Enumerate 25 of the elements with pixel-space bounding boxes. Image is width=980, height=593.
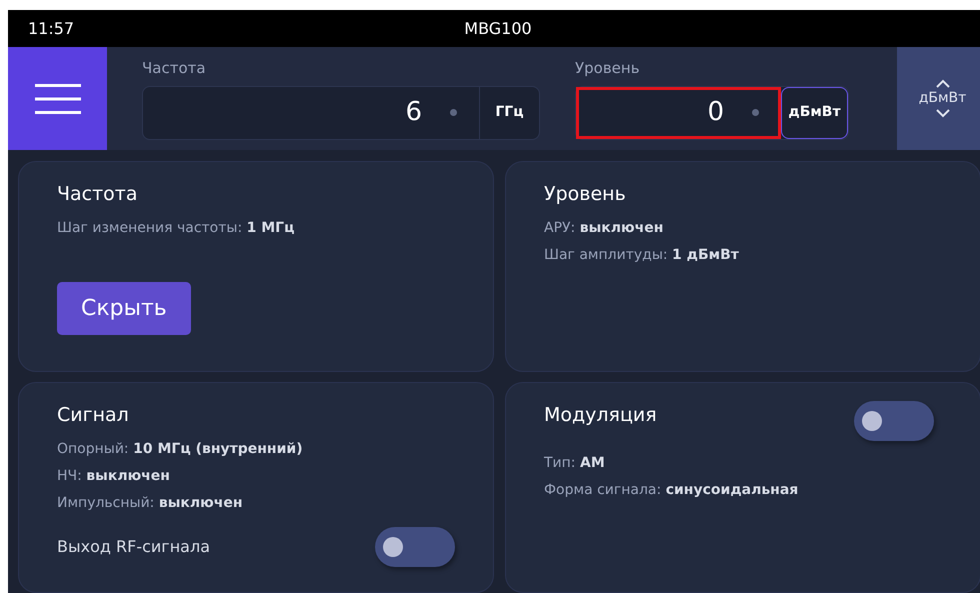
info-text: АРУ: выключен [544, 218, 664, 238]
card-title: Сигнал [57, 403, 129, 428]
info-text: НЧ: выключен [57, 466, 170, 486]
menu-icon [34, 82, 80, 114]
field-label: Уровень [575, 58, 641, 79]
menu-button[interactable] [8, 47, 107, 150]
card-title: Частота [57, 182, 138, 207]
info-text: Опорный: 10 МГц (внутренний) [57, 440, 303, 458]
chevron-down-icon [936, 109, 950, 118]
unit-switch-button[interactable]: дБмВт [897, 47, 980, 150]
info-text: Шаг амплитуды: 1 дБмВт [544, 246, 739, 264]
card-title: Модуляция [544, 403, 657, 428]
card-title: Уровень [544, 182, 626, 207]
info-text: Тип: АМ [544, 454, 605, 472]
field-label: Частота [142, 58, 207, 79]
hide-button[interactable]: Скрыть [57, 282, 191, 334]
switch-label: Выход RF-сигнала [57, 536, 210, 558]
info-text: Шаг изменения частоты: 1 МГц [57, 218, 294, 238]
device-title: MBG100 [464, 18, 532, 40]
toggle-switch[interactable] [854, 401, 934, 441]
info-text: Форма сигнала: синусоидальная [544, 480, 798, 500]
toggle-switch[interactable] [375, 526, 455, 566]
chevron-up-icon [936, 79, 950, 88]
info-text: Импульсный: выключен [57, 494, 243, 512]
status-time: 11:57 [27, 18, 74, 40]
